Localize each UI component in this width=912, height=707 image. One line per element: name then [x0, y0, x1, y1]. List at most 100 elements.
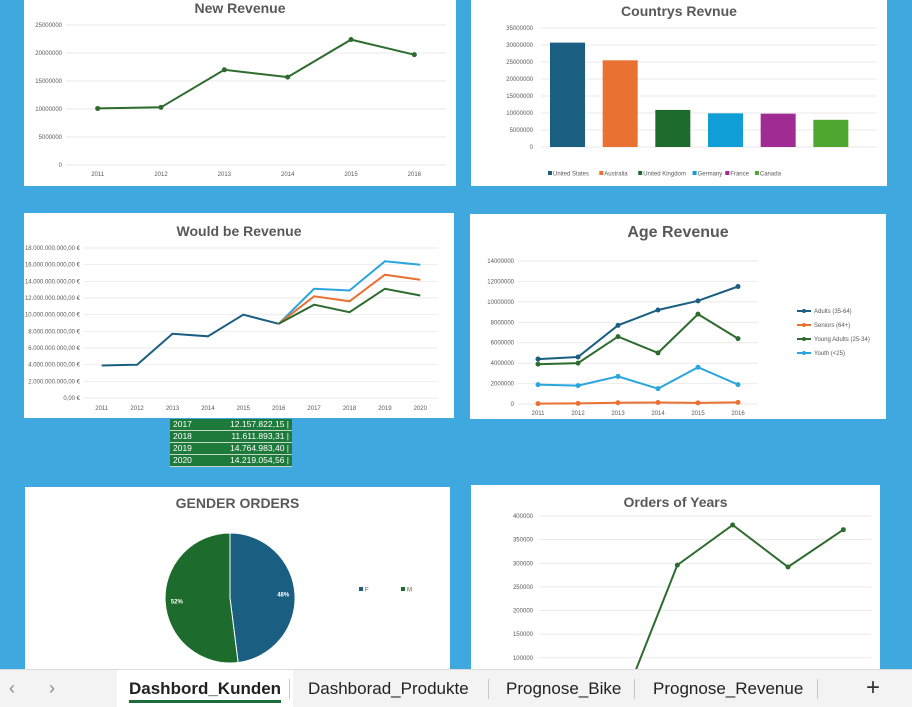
chart-card-countries-revenue[interactable]: Countrys Revnue 0 5000000 10000000 15000000…: [471, 0, 887, 186]
y-tick-label: 350000: [513, 538, 534, 544]
chart-card-age-revenue[interactable]: Age Revenue 0 2000000 4000000 6000000 800000…: [470, 214, 886, 419]
data-point: [411, 52, 417, 58]
legend-marker: [802, 323, 806, 327]
x-tick-label: 2017: [307, 406, 321, 412]
x-tick-label: 2011: [91, 172, 105, 178]
chart-plot: 0,00 € 2.000.000.000,00 € 4.000.000.000,00…: [25, 246, 438, 412]
series-line: [101, 313, 279, 367]
series-line: [537, 285, 739, 361]
add-sheet-icon[interactable]: +: [866, 674, 880, 702]
table-cell-year: 2018: [173, 431, 192, 441]
y-tick-label: 0,00 €: [63, 396, 80, 402]
x-tick-label: 2012: [154, 172, 168, 178]
table-row[interactable]: 2019 14.764.983,40 |: [170, 443, 292, 455]
data-point: [285, 74, 291, 80]
data-point: [730, 522, 736, 528]
legend-label: Canada: [760, 172, 782, 178]
pie-slice: [164, 532, 239, 664]
y-tick-label: 2000000: [491, 382, 515, 388]
data-point: [615, 334, 621, 340]
x-tick-label: 2014: [651, 411, 665, 417]
data-point: [695, 311, 701, 317]
y-tick-label: 100000: [513, 656, 534, 662]
legend-label: Young Adults (25-34): [814, 337, 870, 343]
tab-prognose-revenue[interactable]: Prognose_Revenue: [653, 670, 803, 707]
chart-card-orders-of-years[interactable]: Orders of Years 500001000001500002000002…: [471, 485, 880, 669]
x-tick-label: 2016: [408, 172, 422, 178]
data-point: [158, 104, 164, 110]
table-cell-value: 14.219.054,56 |: [230, 455, 289, 465]
y-tick-label: 14000000: [487, 259, 514, 265]
table-row[interactable]: 2017 12.157.822,15 |: [170, 419, 292, 431]
x-tick-label: 2014: [201, 406, 215, 412]
y-tick-label: 16.000.000.000,00 €: [25, 263, 81, 269]
tab-prognose-bike[interactable]: Prognose_Bike: [506, 670, 621, 707]
table-row[interactable]: 2020 14.219.054,56 |: [170, 455, 292, 467]
chart-plot: 0 2000000 4000000 6000000 8000000 10000000 120…: [487, 259, 870, 417]
data-point: [695, 298, 701, 304]
data-point: [735, 382, 741, 388]
data-point: [615, 322, 621, 328]
chart-marks: 0 2000000 4000000 6000000 8000000 10000000 120…: [487, 259, 870, 417]
data-point: [535, 361, 541, 367]
chart-card-gender-orders[interactable]: GENDER ORDERS 48% 52% F M: [25, 487, 450, 669]
data-point: [695, 400, 701, 406]
x-tick-label: 2013: [218, 172, 232, 178]
x-tick-label: 2015: [691, 411, 705, 417]
chart-plot: 0 5000000 10000000 15000000 20000000 25000000…: [35, 23, 446, 178]
chart-plot: 0 5000000 10000000 15000000 20000000 25000000…: [506, 26, 877, 178]
y-tick-label: 0: [59, 163, 63, 169]
table-row[interactable]: 2018 11.611.893,31 |: [170, 431, 292, 443]
table-cell-year: 2020: [173, 455, 192, 465]
legend-swatch: [548, 171, 552, 175]
chart-marks: 0 5000000 10000000 15000000 20000000 25000000…: [506, 26, 877, 178]
chart-card-would-be-revenue[interactable]: Would be Revenue 0,00 €2.000.000.000,00 …: [24, 213, 454, 418]
data-point: [95, 105, 101, 111]
y-tick-label: 35000000: [506, 26, 533, 32]
data-point: [575, 360, 581, 366]
y-tick-label: 20000000: [35, 51, 62, 57]
data-point: [535, 382, 541, 388]
table-cell-value: 12.157.822,15 |: [230, 419, 289, 429]
tab-dashbord-kunden[interactable]: Dashbord_Kunden: [117, 670, 294, 707]
x-tick-label: 2018: [343, 406, 357, 412]
y-tick-label: 8.000.000.000,00 €: [28, 329, 80, 335]
legend-label: United States: [553, 172, 589, 178]
x-tick-label: 2019: [378, 406, 392, 412]
tab-dashborad-produkte[interactable]: Dashborad_Produkte: [308, 670, 469, 707]
bar: [760, 113, 796, 147]
data-point: [615, 400, 621, 406]
table-cell-year: 2017: [173, 419, 192, 429]
y-tick-label: 14.000.000.000,00 €: [25, 279, 81, 285]
legend-label: Germany: [698, 172, 723, 178]
data-point: [348, 37, 354, 43]
chart-marks: 0 5000000 10000000 15000000 20000000 25000000…: [35, 23, 446, 178]
tab-divider: [289, 679, 290, 699]
table-cell-value: 11.611.893,31 |: [231, 431, 289, 441]
y-tick-label: 150000: [513, 632, 534, 638]
active-tab-indicator: [129, 700, 282, 703]
legend-swatch: [725, 171, 730, 175]
chevron-left-icon[interactable]: ‹: [9, 678, 15, 699]
y-tick-label: 30000000: [506, 43, 533, 49]
y-tick-label: 10000000: [506, 111, 533, 117]
data-point: [221, 67, 227, 73]
legend-swatch: [638, 171, 643, 175]
chevron-right-icon[interactable]: ›: [49, 678, 55, 699]
y-tick-label: 25000000: [506, 60, 533, 66]
tab-divider: [488, 679, 489, 699]
legend-swatch: [692, 171, 697, 175]
y-tick-label: 8000000: [491, 320, 515, 326]
data-point: [655, 386, 661, 392]
data-point: [674, 562, 680, 568]
x-tick-label: 2020: [414, 406, 428, 412]
chart-marks: 48% 52% F M: [164, 532, 412, 664]
chart-card-new-revenue[interactable]: New Revenue 0 5000000 10000000 15000000 2000…: [24, 0, 456, 186]
x-tick-label: 2011: [95, 406, 109, 412]
legend-swatch: [754, 171, 759, 175]
x-tick-label: 2015: [237, 406, 251, 412]
y-tick-label: 6.000.000.000,00 €: [28, 346, 80, 352]
x-tick-label: 2016: [272, 406, 286, 412]
legend-label: M: [407, 588, 412, 594]
y-tick-label: 5000000: [510, 128, 534, 134]
